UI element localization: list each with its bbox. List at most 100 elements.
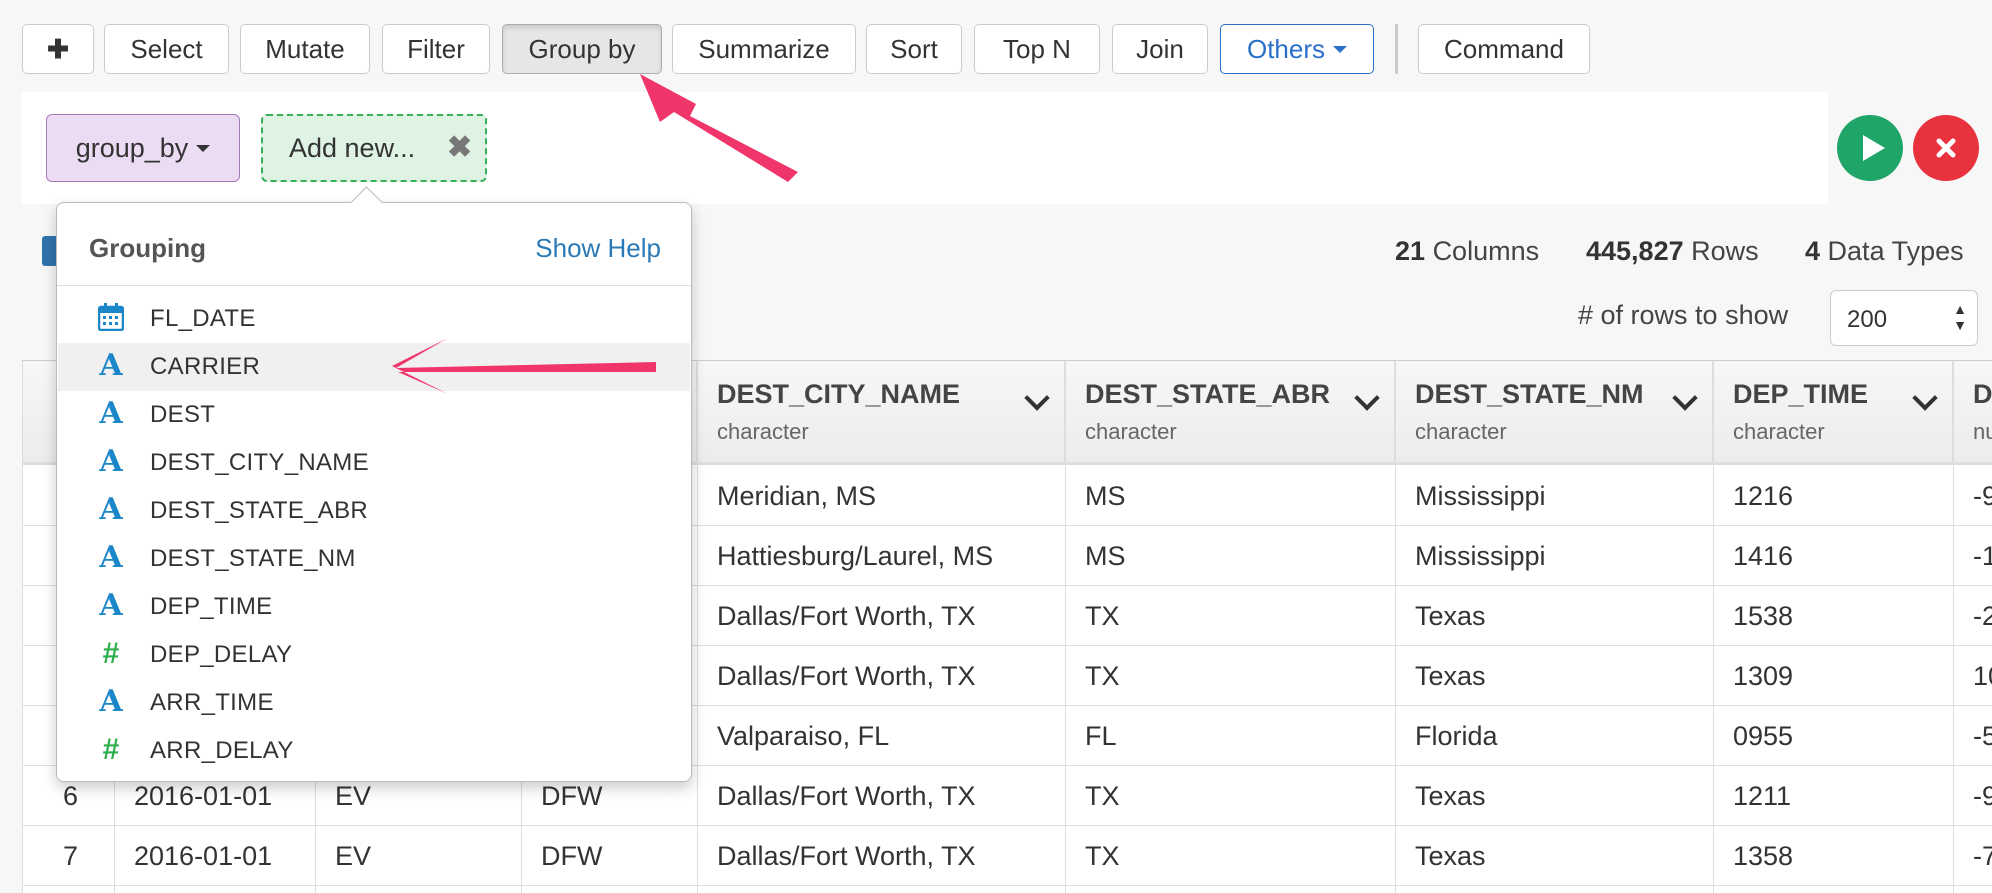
option-label: ARR_DELAY (150, 737, 294, 764)
column-count: 21 Columns (1395, 236, 1539, 267)
table-cell: 1538 (1733, 601, 1794, 631)
toolbar-divider (1395, 24, 1398, 74)
character-type-icon: A (99, 588, 123, 623)
table-cell: MS (1085, 481, 1126, 511)
grouping-option-dest-city-name[interactable]: A DEST_CITY_NAME (58, 439, 690, 487)
table-cell: Dallas/Fort Worth, TX (717, 781, 976, 811)
option-label: DEST (150, 401, 216, 428)
remove-icon[interactable]: ✖ (447, 130, 472, 165)
divider (57, 285, 691, 286)
table-cell: TX (1085, 661, 1120, 691)
table-cell: -5 (1973, 721, 1992, 751)
row-count-value: 445,827 (1586, 236, 1684, 266)
numeric-type-icon: # (102, 637, 120, 670)
table-cell: -9 (1973, 481, 1992, 511)
column-count-value: 21 (1395, 236, 1426, 266)
grouping-option-carrier[interactable]: A CARRIER (58, 343, 690, 391)
column-header[interactable]: DEST_STATE_NM character (1395, 361, 1713, 465)
table-cell: DFW (541, 781, 603, 811)
summarize-button[interactable]: Summarize (672, 24, 856, 74)
character-type-icon: A (99, 444, 123, 479)
chevron-down-icon[interactable] (1912, 385, 1938, 411)
column-name: DEST_STATE_NM (1415, 379, 1644, 409)
table-cell: 1358 (1733, 841, 1794, 871)
table-cell: Mississippi (1415, 541, 1546, 571)
mutate-button[interactable]: Mutate (240, 24, 370, 74)
option-label: DEP_TIME (150, 593, 273, 620)
show-help-link[interactable]: Show Help (535, 233, 661, 264)
table-cell: MS (1085, 541, 1126, 571)
grouping-option-arr-time[interactable]: A ARR_TIME (58, 679, 690, 727)
row-count-label: Rows (1691, 236, 1759, 266)
table-cell: 1216 (1733, 481, 1794, 511)
add-new-label: Add new... (289, 133, 416, 163)
table-cell: TX (1085, 601, 1120, 631)
rows-to-show-value: 200 (1847, 306, 1888, 333)
column-header[interactable]: DEP_TIME character (1713, 361, 1953, 465)
others-dropdown-button[interactable]: Others (1220, 24, 1374, 74)
join-button[interactable]: Join (1112, 24, 1208, 74)
grouping-option-dep-delay[interactable]: # DEP_DELAY (58, 631, 690, 679)
data-type-count-label: Data Types (1827, 236, 1964, 266)
row-count: 445,827 Rows (1586, 236, 1759, 267)
chevron-down-icon[interactable] (1354, 385, 1380, 411)
row-divider (23, 825, 1992, 826)
command-button[interactable]: Command (1418, 24, 1590, 74)
data-type-count: 4 Data Types (1805, 236, 1964, 267)
top-n-button[interactable]: Top N (974, 24, 1100, 74)
chevron-down-icon[interactable] (1024, 385, 1050, 411)
rows-to-show-select[interactable]: 200 ▲ ▼ (1830, 290, 1978, 346)
column-divider (1953, 361, 1954, 893)
table-cell: 0955 (1733, 721, 1794, 751)
character-type-icon: A (99, 684, 123, 719)
column-header[interactable]: DI nu (1953, 361, 1992, 465)
column-name: DI (1973, 379, 1992, 409)
grouping-option-dest-state-nm[interactable]: A DEST_STATE_NM (58, 535, 690, 583)
character-type-icon: A (99, 348, 123, 383)
grouping-option-arr-delay[interactable]: # ARR_DELAY (58, 727, 690, 775)
table-cell: Dallas/Fort Worth, TX (717, 841, 976, 871)
table-cell: TX (1085, 781, 1120, 811)
filter-button[interactable]: Filter (382, 24, 490, 74)
option-label: DEST_CITY_NAME (150, 449, 369, 476)
grouping-option-dest[interactable]: A DEST (58, 391, 690, 439)
data-type-count-value: 4 (1805, 236, 1821, 266)
calendar-icon (97, 303, 125, 333)
table-cell: Mississippi (1415, 481, 1546, 511)
column-name: DEST_STATE_ABR (1085, 379, 1331, 409)
column-type: character (1085, 419, 1177, 444)
grouping-option-dest-state-abr[interactable]: A DEST_STATE_ABR (58, 487, 690, 535)
group-by-verb-button[interactable]: group_by (46, 114, 240, 182)
others-label: Others (1246, 33, 1326, 64)
spinner-icon: ▲ ▼ (1953, 301, 1967, 333)
character-type-icon: A (99, 492, 123, 527)
column-name: DEP_TIME (1733, 379, 1869, 409)
table-cell: 2016-01-01 (134, 781, 273, 811)
column-type: nu (1973, 419, 1992, 444)
group-by-button[interactable]: Group by (502, 24, 662, 74)
column-header[interactable]: DEST_STATE_ABR character (1065, 361, 1395, 465)
column-type: character (717, 419, 809, 444)
row-divider (23, 885, 1992, 886)
table-cell: Hattiesburg/Laurel, MS (717, 541, 994, 571)
grouping-option-dep-time[interactable]: A DEP_TIME (58, 583, 690, 631)
add-new-column-pill[interactable]: Add new... ✖ (261, 114, 487, 182)
character-type-icon: A (99, 396, 123, 431)
sort-button[interactable]: Sort (866, 24, 962, 74)
select-button[interactable]: Select (104, 24, 229, 74)
option-label: ARR_TIME (150, 689, 274, 716)
grouping-option-fl-date[interactable]: FL_DATE (58, 295, 690, 343)
add-step-button[interactable]: ✚ (22, 24, 94, 74)
column-header[interactable]: DEST_CITY_NAME character (697, 361, 1065, 465)
column-name: DEST_CITY_NAME (717, 379, 961, 409)
table-cell: 1211 (1733, 781, 1792, 811)
chevron-down-icon[interactable] (1672, 385, 1698, 411)
grouping-dropdown: Grouping Show Help FL_DATE A CARRIER A DEST A… (56, 186, 692, 782)
table-cell: -2 (1973, 601, 1992, 631)
option-label: FL_DATE (150, 305, 256, 332)
option-label: DEP_DELAY (150, 641, 293, 668)
table-cell: EV (335, 841, 372, 871)
cancel-button[interactable] (1913, 115, 1979, 181)
row-number: 6 (63, 781, 79, 811)
run-button[interactable] (1837, 115, 1903, 181)
